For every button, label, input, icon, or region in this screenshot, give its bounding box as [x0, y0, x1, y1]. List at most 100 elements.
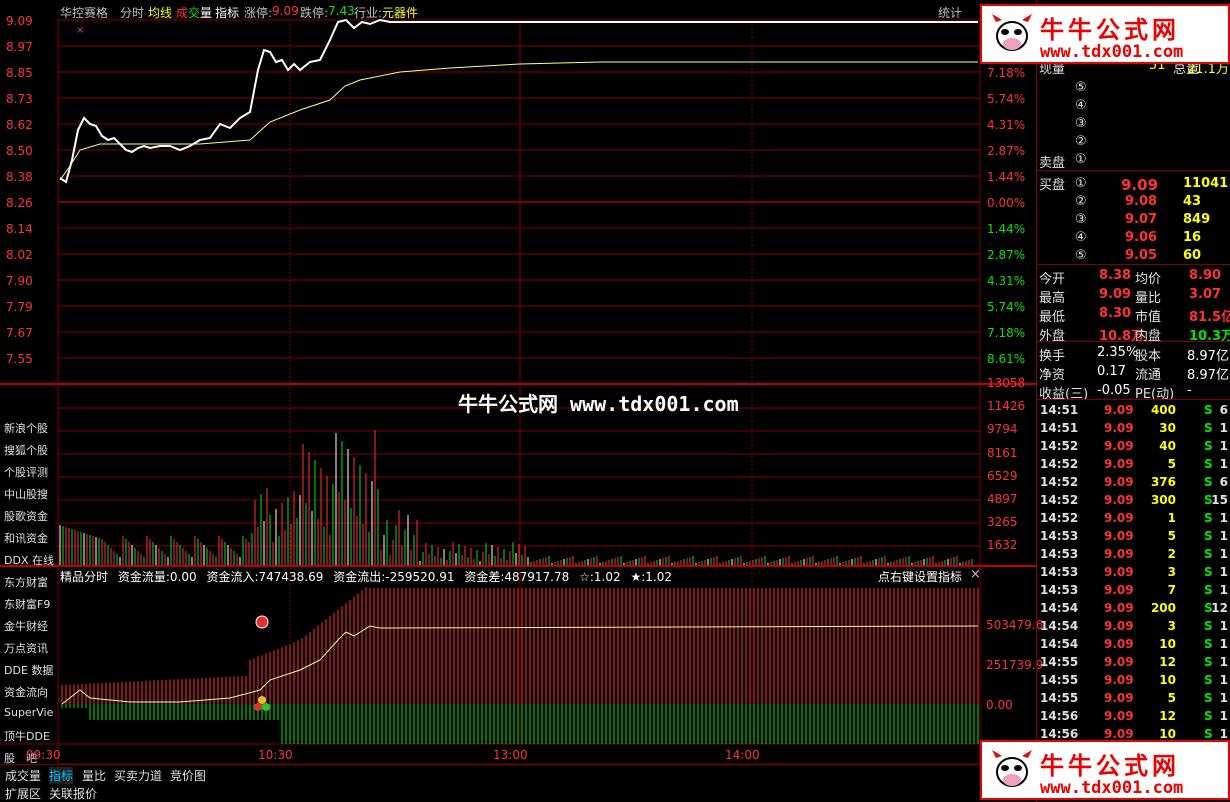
pct-tick-label: 7.18%: [987, 66, 1026, 80]
left-menu-item[interactable]: 个股评测: [4, 464, 48, 480]
tick-volume: 10: [1159, 727, 1176, 741]
price-tick-label: 8.02: [6, 248, 33, 262]
tick-price: 9.09: [1104, 727, 1134, 741]
tick-side: S: [1204, 637, 1213, 651]
stat-value: 8.90: [1189, 268, 1222, 283]
buy-level-index: ①: [1075, 176, 1087, 191]
signal-dot-b: [262, 703, 270, 711]
tick-time: 14:53: [1040, 583, 1079, 597]
indicator-header: 精品分时 资金流量:0.00 资金流入:747438.69 资金流出:-2595…: [60, 570, 672, 584]
tick-side: S: [1204, 421, 1213, 435]
close-icon[interactable]: ×: [970, 567, 981, 582]
buy-level-volume: 11041: [1183, 176, 1229, 191]
price-tick-label: 8.62: [6, 118, 33, 132]
tab-volume-bottom[interactable]: 成交量: [5, 767, 41, 784]
tick-time: 14:54: [1040, 619, 1079, 633]
buy-level-index: ④: [1075, 230, 1087, 245]
left-menu-item[interactable]: SuperVie: [4, 706, 53, 719]
indicator-axis-mid: 251739.9: [986, 658, 1044, 672]
left-menu-item[interactable]: 中山股搜: [4, 486, 48, 502]
tick-row: 14:55 9.09 10 S 1: [1040, 673, 1228, 691]
tick-price: 9.09: [1104, 619, 1134, 633]
price-tick-label: 7.55: [6, 352, 33, 366]
stat-value: 8.38: [1099, 268, 1132, 283]
pct-tick-label: 2.87%: [987, 144, 1026, 158]
time-label: 09:30: [26, 748, 61, 762]
volume-tick-label: 9794: [987, 422, 1018, 437]
tick-time: 14:54: [1040, 637, 1079, 651]
tick-price: 9.09: [1104, 673, 1134, 687]
volume-tick-label: 8161: [987, 445, 1018, 460]
brand-logo-top: 牛牛公式网 www.tdx001.com: [980, 4, 1230, 64]
left-menu-item[interactable]: 资金流向: [4, 684, 48, 700]
tick-volume: 1: [1167, 511, 1176, 525]
tick-price: 9.09: [1104, 691, 1134, 705]
signal-dot-red: [255, 615, 269, 629]
tick-volume: 5: [1167, 691, 1176, 705]
tick-row: 14:52 9.09 5 S 1: [1040, 457, 1228, 475]
stat-label: 股本: [1135, 349, 1162, 364]
left-menu-item[interactable]: 股歌资金: [4, 508, 48, 524]
watermark-text: 牛牛公式网 www.tdx001.com: [458, 392, 739, 416]
tab-related-quote[interactable]: 关联报价: [49, 785, 97, 802]
tick-side: S: [1204, 403, 1213, 417]
price-tick-label: 8.97: [6, 40, 33, 54]
stat-label: 最高: [1039, 291, 1066, 306]
tick-side: S: [1204, 727, 1213, 741]
tick-volume: 10: [1159, 637, 1176, 651]
tick-side: S: [1204, 439, 1213, 453]
tick-price: 9.09: [1104, 583, 1134, 597]
tab-buy-sell-force[interactable]: 买卖力道: [114, 767, 162, 784]
cow-logo-icon: [992, 14, 1032, 51]
stat-value: 8.97亿: [1187, 349, 1229, 364]
left-menu-item[interactable]: 东方财富: [4, 574, 48, 590]
left-menu-item[interactable]: 万点资讯: [4, 640, 48, 656]
stat-label: 均价: [1135, 272, 1162, 287]
pct-tick-label: 4.31%: [987, 118, 1026, 132]
tick-row: 14:52 9.09 300 S 15: [1040, 493, 1228, 511]
tab-volume-ratio[interactable]: 量比: [82, 767, 106, 784]
tick-side: S: [1204, 655, 1213, 669]
price-tick-label: 7.67: [6, 326, 33, 340]
buy-label: 买盘: [1039, 178, 1066, 193]
tick-price: 9.09: [1104, 457, 1134, 471]
tick-volume: 200: [1150, 601, 1176, 615]
buy-level-index: ⑤: [1075, 248, 1087, 263]
tab-extension[interactable]: 扩展区: [5, 785, 41, 802]
tab-auction[interactable]: 竞价图: [170, 767, 206, 784]
tick-row: 14:53 9.09 2 S 1: [1040, 547, 1228, 565]
left-menu-item[interactable]: 搜狐个股: [4, 442, 48, 458]
volume-tick-label: 3265: [987, 515, 1018, 530]
left-menu-item[interactable]: DDX 在线: [4, 552, 54, 568]
tab-indicator-bottom[interactable]: 指标: [49, 767, 74, 784]
tick-price: 9.09: [1104, 709, 1134, 723]
buy-level-index: ③: [1075, 212, 1087, 227]
tick-price: 9.09: [1104, 493, 1134, 507]
stat-value: 81.5亿: [1189, 310, 1230, 325]
sell-level-index: ①: [1075, 152, 1087, 167]
tick-side: S: [1204, 457, 1213, 471]
tick-side: S: [1204, 511, 1213, 525]
tick-price: 9.09: [1104, 565, 1134, 579]
volume-tick-label: 6529: [987, 468, 1018, 483]
left-menu-item[interactable]: 和讯资金: [4, 530, 48, 546]
left-menu-item[interactable]: 顶牛DDE: [4, 728, 50, 744]
tick-count: 1: [1219, 565, 1228, 579]
volume-tick-label: 1632: [987, 538, 1018, 553]
left-menu-item[interactable]: DDE 数据: [4, 662, 53, 678]
stat-label: 净资: [1039, 368, 1066, 383]
tick-count: 1: [1219, 439, 1228, 453]
tick-side: S: [1204, 529, 1213, 543]
tick-row: 14:54 9.09 200 S 12: [1040, 601, 1228, 619]
tick-count: 1: [1219, 673, 1228, 687]
left-menu-item[interactable]: 新浪个股: [4, 420, 48, 436]
indicator-settings-hint[interactable]: 点右键设置指标: [878, 568, 962, 585]
tick-time: 14:54: [1040, 601, 1079, 615]
tick-row: 14:55 9.09 12 S 1: [1040, 655, 1228, 673]
left-menu-item[interactable]: 东财富F9: [4, 596, 50, 612]
tick-time: 14:56: [1040, 709, 1079, 723]
tick-side: S: [1204, 619, 1213, 633]
stat-value: 9.09: [1099, 287, 1132, 302]
cross-marker: ×: [76, 25, 84, 36]
left-menu-item[interactable]: 金牛财经: [4, 618, 48, 634]
